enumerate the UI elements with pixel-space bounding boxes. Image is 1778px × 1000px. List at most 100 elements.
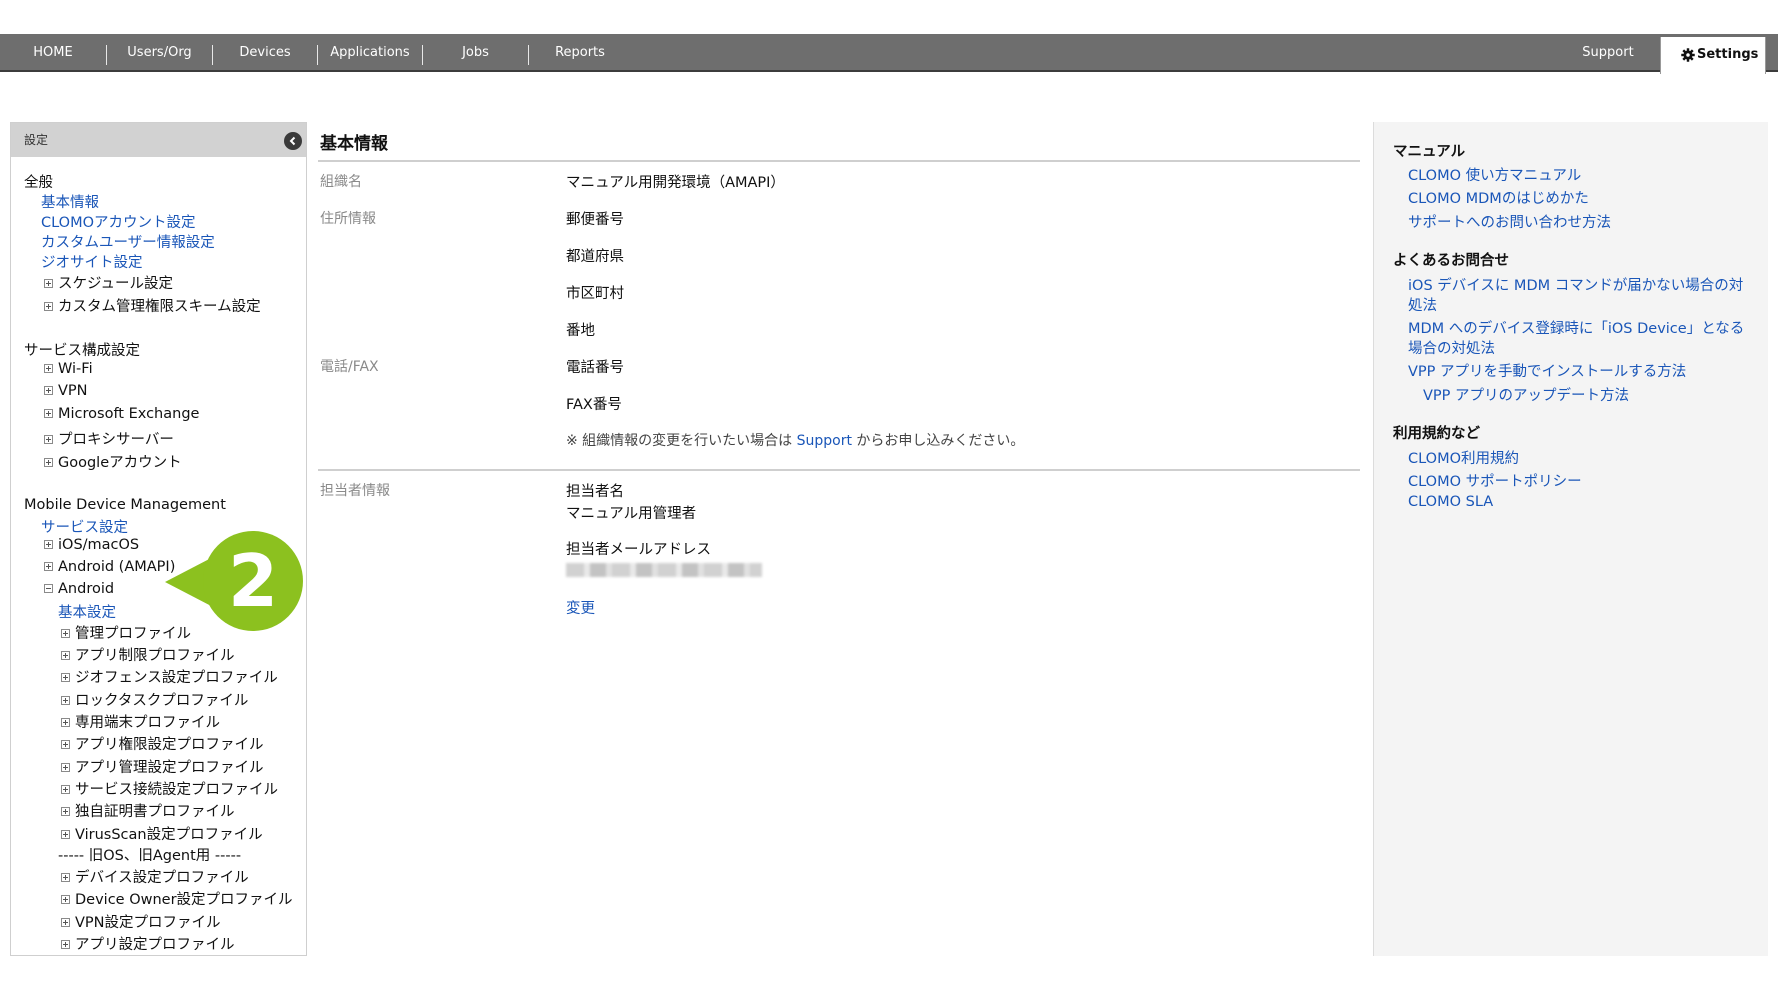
sidebar-profile-item[interactable]: 独自証明書プロファイル [61,800,235,821]
nav-reports[interactable]: Reports [529,34,631,70]
sidebar-legacy-divider: ----- 旧OS、旧Agent用 ----- [58,848,242,864]
title-divider [318,160,1360,162]
manual-heading: マニュアル [1393,144,1466,160]
manual-link-support-contact[interactable]: サポートへのお問い合わせ方法 [1408,211,1611,232]
org-name-value: マニュアル用開発環境（AMAPI） [566,175,785,191]
chevron-left-icon [289,136,296,146]
faq-link-mdm-command[interactable]: iOS デバイスに MDM コマンドが届かない場合の対 [1408,274,1743,295]
faq-link-ios-device[interactable]: MDM へのデバイス登録時に「iOS Device」となる [1408,317,1744,338]
sidebar-tree-exchange[interactable]: Microsoft Exchange [44,406,199,422]
sidebar-profile-item[interactable]: ジオフェンス設定プロファイル [61,666,278,687]
city-field: 市区町村 [566,286,624,302]
expand-icon [44,363,53,373]
top-navigation: HOME Users/Org Devices Applications Jobs… [0,34,1778,74]
sidebar-profile-item[interactable]: 専用端末プロファイル [61,711,220,732]
sidebar-tree-proxy[interactable]: プロキシサーバー [44,428,174,449]
expand-icon [61,672,70,682]
nav-home[interactable]: HOME [0,34,106,70]
sidebar-tree-android[interactable]: Android [44,581,114,597]
sidebar-link-custom-user-info[interactable]: カスタムユーザー情報設定 [41,231,215,252]
fax-field: FAX番号 [566,397,622,413]
expand-icon [61,650,70,660]
expand-icon [61,939,70,949]
help-panel: マニュアル CLOMO 使い方マニュアル CLOMO MDMのはじめかた サポー… [1373,122,1768,956]
sidebar-header: 設定 [11,123,306,157]
nav-support[interactable]: Support [1560,34,1656,70]
collapse-sidebar-button[interactable] [284,132,302,150]
sidebar-profile-item[interactable]: アプリ設定プロファイル [61,933,235,954]
contact-name-value: マニュアル用管理者 [566,506,697,522]
manual-link-usage[interactable]: CLOMO 使い方マニュアル [1408,164,1581,185]
sidebar-heading-mdm: Mobile Device Management [24,497,226,513]
sidebar-profile-item[interactable]: サービス接続設定プロファイル [61,778,278,799]
settings-label: Settings [1697,47,1759,62]
faq-link-ios-device-cont[interactable]: 場合の対処法 [1408,337,1495,358]
prefecture-field: 都道府県 [566,249,624,265]
nav-users-org[interactable]: Users/Org [107,34,212,70]
support-link[interactable]: Support [797,433,852,449]
contact-email-label: 担当者メールアドレス [566,542,711,558]
sidebar-tree-vpn[interactable]: VPN [44,383,88,399]
masked-email-value [566,563,762,577]
expand-icon [44,434,53,444]
sidebar-profile-item[interactable]: VirusScan設定プロファイル [61,823,263,844]
sidebar-profile-item[interactable]: 管理プロファイル [61,622,191,643]
sidebar-link-android-basic[interactable]: 基本設定 [58,601,116,622]
faq-link-mdm-command-cont[interactable]: 処法 [1408,294,1437,315]
phone-fax-label: 電話/FAX [320,359,379,375]
sidebar-profile-item[interactable]: アプリ権限設定プロファイル [61,733,264,754]
expand-icon [61,784,70,794]
sidebar-profile-item[interactable]: Device Owner設定プロファイル [61,888,293,909]
postal-code-field: 郵便番号 [566,212,624,228]
sidebar-tree-ios-macos[interactable]: iOS/macOS [44,537,139,553]
manual-link-getting-started[interactable]: CLOMO MDMのはじめかた [1408,187,1589,208]
sidebar-link-basic-info[interactable]: 基本情報 [41,191,99,212]
contact-info-label: 担当者情報 [320,483,390,499]
expand-icon [61,872,70,882]
nav-jobs[interactable]: Jobs [423,34,528,70]
sidebar-tree-schedule[interactable]: スケジュール設定 [44,272,173,293]
page-title: 基本情報 [320,134,388,154]
expand-icon [44,539,53,549]
sidebar-heading-service-config: サービス構成設定 [24,343,140,359]
terms-link-sla[interactable]: CLOMO SLA [1408,494,1493,510]
expand-icon [44,561,53,571]
sidebar-tree-google-account[interactable]: Googleアカウント [44,451,182,472]
contact-name-label: 担当者名 [566,484,624,500]
expand-icon [44,301,53,311]
sidebar-profile-item[interactable]: ロックタスクプロファイル [61,689,248,710]
faq-heading: よくあるお問合せ [1393,253,1509,269]
sidebar-profile-item[interactable]: アプリ制限プロファイル [61,644,235,665]
terms-heading: 利用規約など [1393,426,1480,442]
nav-settings-tab[interactable]: Settings [1660,37,1766,74]
sidebar-heading-general: 全般 [24,175,53,191]
sidebar-link-service-settings[interactable]: サービス設定 [41,516,128,537]
change-link[interactable]: 変更 [566,597,595,618]
sidebar-link-clomo-account[interactable]: CLOMOアカウント設定 [41,211,196,232]
gear-icon [1681,48,1695,62]
sidebar-title: 設定 [24,133,49,147]
expand-icon [44,385,53,395]
section-divider [318,469,1360,471]
nav-devices[interactable]: Devices [213,34,317,70]
terms-link-support-policy[interactable]: CLOMO サポートポリシー [1408,470,1582,491]
collapse-icon [44,583,53,593]
nav-applications[interactable]: Applications [318,34,422,70]
sidebar-tree-android-amapi[interactable]: Android (AMAPI) [44,559,175,575]
faq-link-vpp-update[interactable]: VPP アプリのアップデート方法 [1423,384,1629,405]
sidebar-profile-item[interactable]: アプリ管理設定プロファイル [61,756,264,777]
street-field: 番地 [566,323,595,339]
expand-icon [44,457,53,467]
expand-icon [61,917,70,927]
sidebar-tree-custom-permission[interactable]: カスタム管理権限スキーム設定 [44,295,261,316]
settings-sidebar: 設定 全般 基本情報 CLOMOアカウント設定 カスタムユーザー情報設定 ジオサ… [10,122,307,956]
change-request-note: ※ 組織情報の変更を行いたい場合は Support からお申し込みください。 [566,433,1025,449]
sidebar-profile-item[interactable]: VPN設定プロファイル [61,911,221,932]
faq-link-vpp-install[interactable]: VPP アプリを手動でインストールする方法 [1408,360,1686,381]
expand-icon [61,628,70,638]
sidebar-link-geosite[interactable]: ジオサイト設定 [41,251,143,272]
terms-link-tos[interactable]: CLOMO利用規約 [1408,447,1519,468]
expand-icon [44,278,53,288]
sidebar-profile-item[interactable]: デバイス設定プロファイル [61,866,249,887]
sidebar-tree-wifi[interactable]: Wi-Fi [44,361,93,377]
